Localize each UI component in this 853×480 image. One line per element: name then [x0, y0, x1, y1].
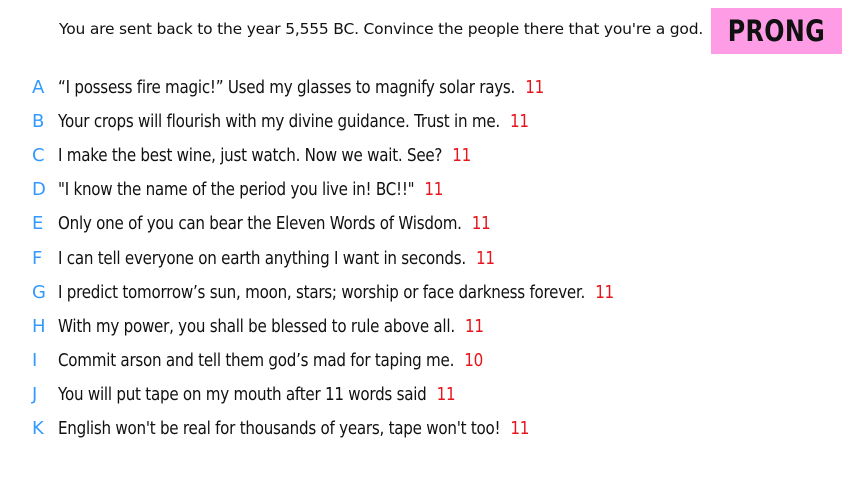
- answer-text-wrap: “I possess fire magic!” Used my glasses …: [58, 77, 544, 98]
- answer-text-wrap: I can tell everyone on earth anything I …: [58, 248, 495, 269]
- answer-text: You will put tape on my mouth after 11 w…: [58, 384, 427, 406]
- prong-logo: PRONG: [711, 8, 842, 54]
- answer-text-wrap: With my power, you shall be blessed to r…: [58, 316, 484, 337]
- prompt-text: You are sent back to the year 5,555 BC. …: [59, 20, 704, 38]
- word-count: 11: [595, 281, 614, 303]
- word-count: 11: [525, 76, 544, 98]
- answer-letter: I: [32, 350, 38, 372]
- answer-text: I can tell everyone on earth anything I …: [58, 247, 466, 269]
- answer-text: English won't be real for thousands of y…: [58, 418, 501, 440]
- answer-text: Commit arson and tell them god’s mad for…: [58, 350, 455, 372]
- answer-letter: D: [32, 179, 46, 201]
- answer-letter: A: [32, 76, 45, 98]
- answer-row-h[interactable]: H With my power, you shall be blessed to…: [0, 309, 853, 343]
- answer-row-b[interactable]: B Your crops will flourish with my divin…: [0, 104, 853, 138]
- answer-row-a[interactable]: A “I possess fire magic!” Used my glasse…: [0, 70, 853, 104]
- answer-text: Only one of you can bear the Eleven Word…: [58, 213, 462, 235]
- word-count: 11: [424, 179, 444, 201]
- word-count: 11: [510, 418, 530, 440]
- answer-letter: E: [32, 213, 44, 235]
- answer-text-wrap: Your crops will flourish with my divine …: [58, 111, 529, 132]
- answer-letter: K: [32, 418, 44, 440]
- answer-text-wrap: "I know the name of the period you live …: [58, 179, 443, 200]
- answer-text: "I know the name of the period you live …: [58, 179, 415, 201]
- answer-row-k[interactable]: K English won't be real for thousands of…: [0, 412, 853, 446]
- answer-row-d[interactable]: D "I know the name of the period you liv…: [0, 173, 853, 207]
- word-count: 11: [510, 110, 529, 132]
- logo-text: PRONG: [727, 14, 826, 48]
- answer-text: I make the best wine, just watch. Now we…: [58, 144, 443, 166]
- answer-text: With my power, you shall be blessed to r…: [58, 315, 455, 337]
- answer-list: A “I possess fire magic!” Used my glasse…: [0, 70, 853, 446]
- answer-row-i[interactable]: I Commit arson and tell them god’s mad f…: [0, 344, 853, 378]
- answer-text-wrap: English won't be real for thousands of y…: [58, 418, 529, 439]
- answer-row-j[interactable]: J You will put tape on my mouth after 11…: [0, 378, 853, 412]
- answer-text: “I possess fire magic!” Used my glasses …: [58, 76, 516, 98]
- answer-text-wrap: I predict tomorrow’s sun, moon, stars; w…: [58, 282, 614, 303]
- answer-text: Your crops will flourish with my divine …: [58, 110, 500, 132]
- word-count: 11: [475, 247, 495, 269]
- word-count: 11: [436, 384, 456, 406]
- answer-letter: J: [32, 384, 38, 406]
- answer-letter: C: [32, 144, 45, 166]
- answer-letter: B: [32, 110, 45, 132]
- answer-letter: H: [32, 315, 46, 337]
- answer-row-c[interactable]: C I make the best wine, just watch. Now …: [0, 138, 853, 172]
- answer-text-wrap: You will put tape on my mouth after 11 w…: [58, 384, 456, 406]
- answer-row-g[interactable]: G I predict tomorrow’s sun, moon, stars;…: [0, 275, 853, 309]
- answer-text-wrap: I make the best wine, just watch. Now we…: [58, 145, 471, 166]
- answer-text: I predict tomorrow’s sun, moon, stars; w…: [58, 281, 586, 303]
- word-count: 11: [452, 144, 472, 166]
- answer-row-f[interactable]: F I can tell everyone on earth anything …: [0, 241, 853, 275]
- answer-text-wrap: Commit arson and tell them god’s mad for…: [58, 350, 483, 371]
- answer-letter: G: [32, 281, 46, 303]
- word-count: 11: [471, 213, 491, 235]
- answer-row-e[interactable]: E Only one of you can bear the Eleven Wo…: [0, 207, 853, 241]
- word-count: 11: [464, 315, 484, 337]
- word-count: 10: [464, 350, 483, 372]
- answer-text-wrap: Only one of you can bear the Eleven Word…: [58, 213, 491, 234]
- answer-letter: F: [32, 247, 43, 269]
